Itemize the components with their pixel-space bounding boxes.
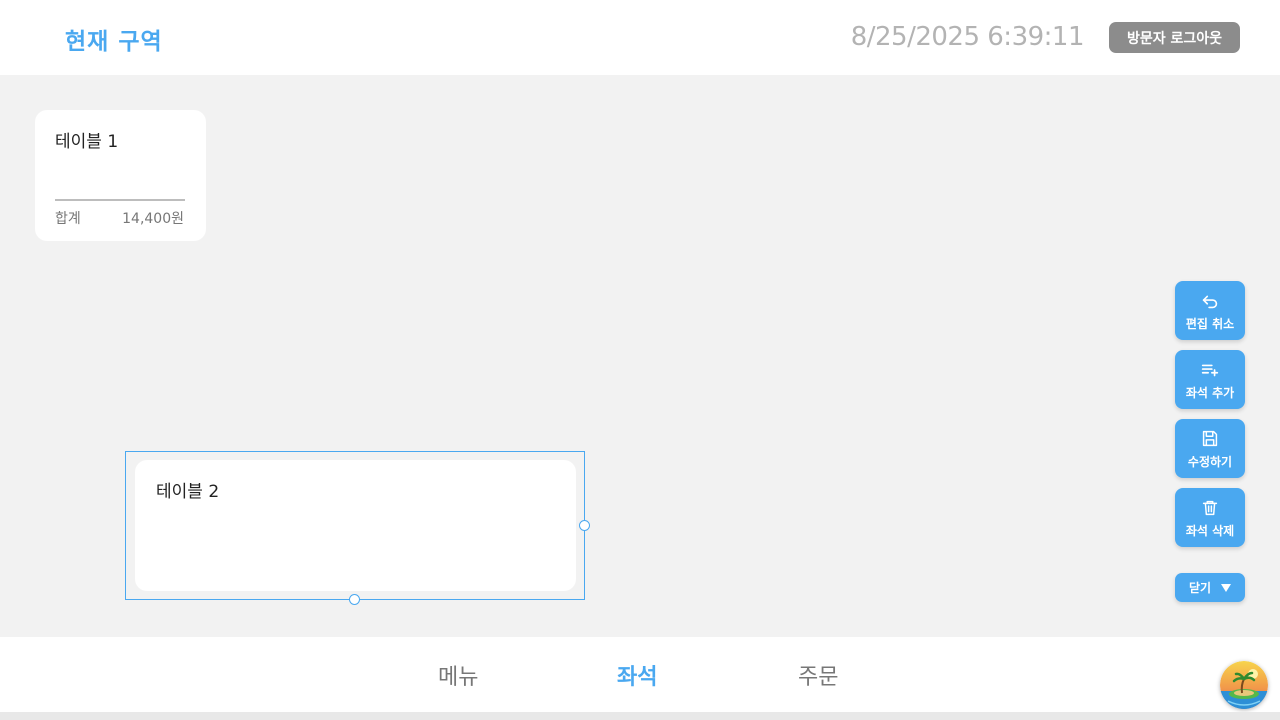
delete-seat-label: 좌석 삭제 bbox=[1185, 523, 1235, 538]
table-card-2[interactable]: 테이블 2 bbox=[135, 460, 576, 591]
seat-layout-canvas: 테이블 1 합계 14,400원 테이블 2 편집 취소 좌석 추가 수정하기 bbox=[0, 75, 1280, 637]
add-seat-label: 좌석 추가 bbox=[1185, 385, 1235, 400]
visitor-logout-button[interactable]: 방문자 로그아웃 bbox=[1109, 22, 1240, 53]
zone-title: 현재 구역 bbox=[65, 29, 163, 55]
tab-order[interactable]: 주문 bbox=[798, 659, 838, 691]
footer-strip bbox=[0, 712, 1280, 720]
table-total-value: 14,400원 bbox=[122, 211, 184, 227]
close-panel-label: 닫기 bbox=[1188, 581, 1212, 595]
save-edit-label: 수정하기 bbox=[1187, 454, 1233, 469]
list-add-icon bbox=[1201, 364, 1219, 376]
undo-icon bbox=[1202, 295, 1218, 308]
island-avatar-icon bbox=[1220, 661, 1268, 709]
table-selection-frame[interactable]: 테이블 2 bbox=[125, 451, 590, 605]
trash-icon bbox=[1202, 500, 1218, 515]
table-total-label: 합계 bbox=[55, 211, 81, 227]
current-datetime: 8/25/2025 6:39:11 bbox=[850, 22, 1085, 52]
cancel-edit-label: 편집 취소 bbox=[1185, 316, 1235, 331]
top-header: 현재 구역 8/25/2025 6:39:11 방문자 로그아웃 bbox=[0, 0, 1280, 75]
table-name: 테이블 2 bbox=[156, 482, 220, 502]
avatar[interactable] bbox=[1220, 661, 1268, 709]
save-edit-button[interactable]: 수정하기 bbox=[1175, 419, 1245, 478]
bottom-navigation: 메뉴 좌석 주문 bbox=[0, 637, 1280, 712]
save-icon bbox=[1202, 430, 1218, 446]
close-panel-button[interactable]: 닫기 bbox=[1175, 573, 1245, 602]
table-card-1[interactable]: 테이블 1 합계 14,400원 bbox=[35, 110, 206, 241]
tab-menu[interactable]: 메뉴 bbox=[438, 659, 478, 691]
delete-seat-button[interactable]: 좌석 삭제 bbox=[1175, 488, 1245, 547]
resize-handle-bottom[interactable] bbox=[349, 594, 360, 605]
table-divider bbox=[55, 199, 185, 201]
resize-handle-right[interactable] bbox=[579, 520, 590, 531]
table-name: 테이블 1 bbox=[55, 132, 119, 152]
triangle-down-icon bbox=[1221, 583, 1232, 592]
tab-seat[interactable]: 좌석 bbox=[617, 659, 657, 691]
cancel-edit-button[interactable]: 편집 취소 bbox=[1175, 281, 1245, 340]
add-seat-button[interactable]: 좌석 추가 bbox=[1175, 350, 1245, 409]
